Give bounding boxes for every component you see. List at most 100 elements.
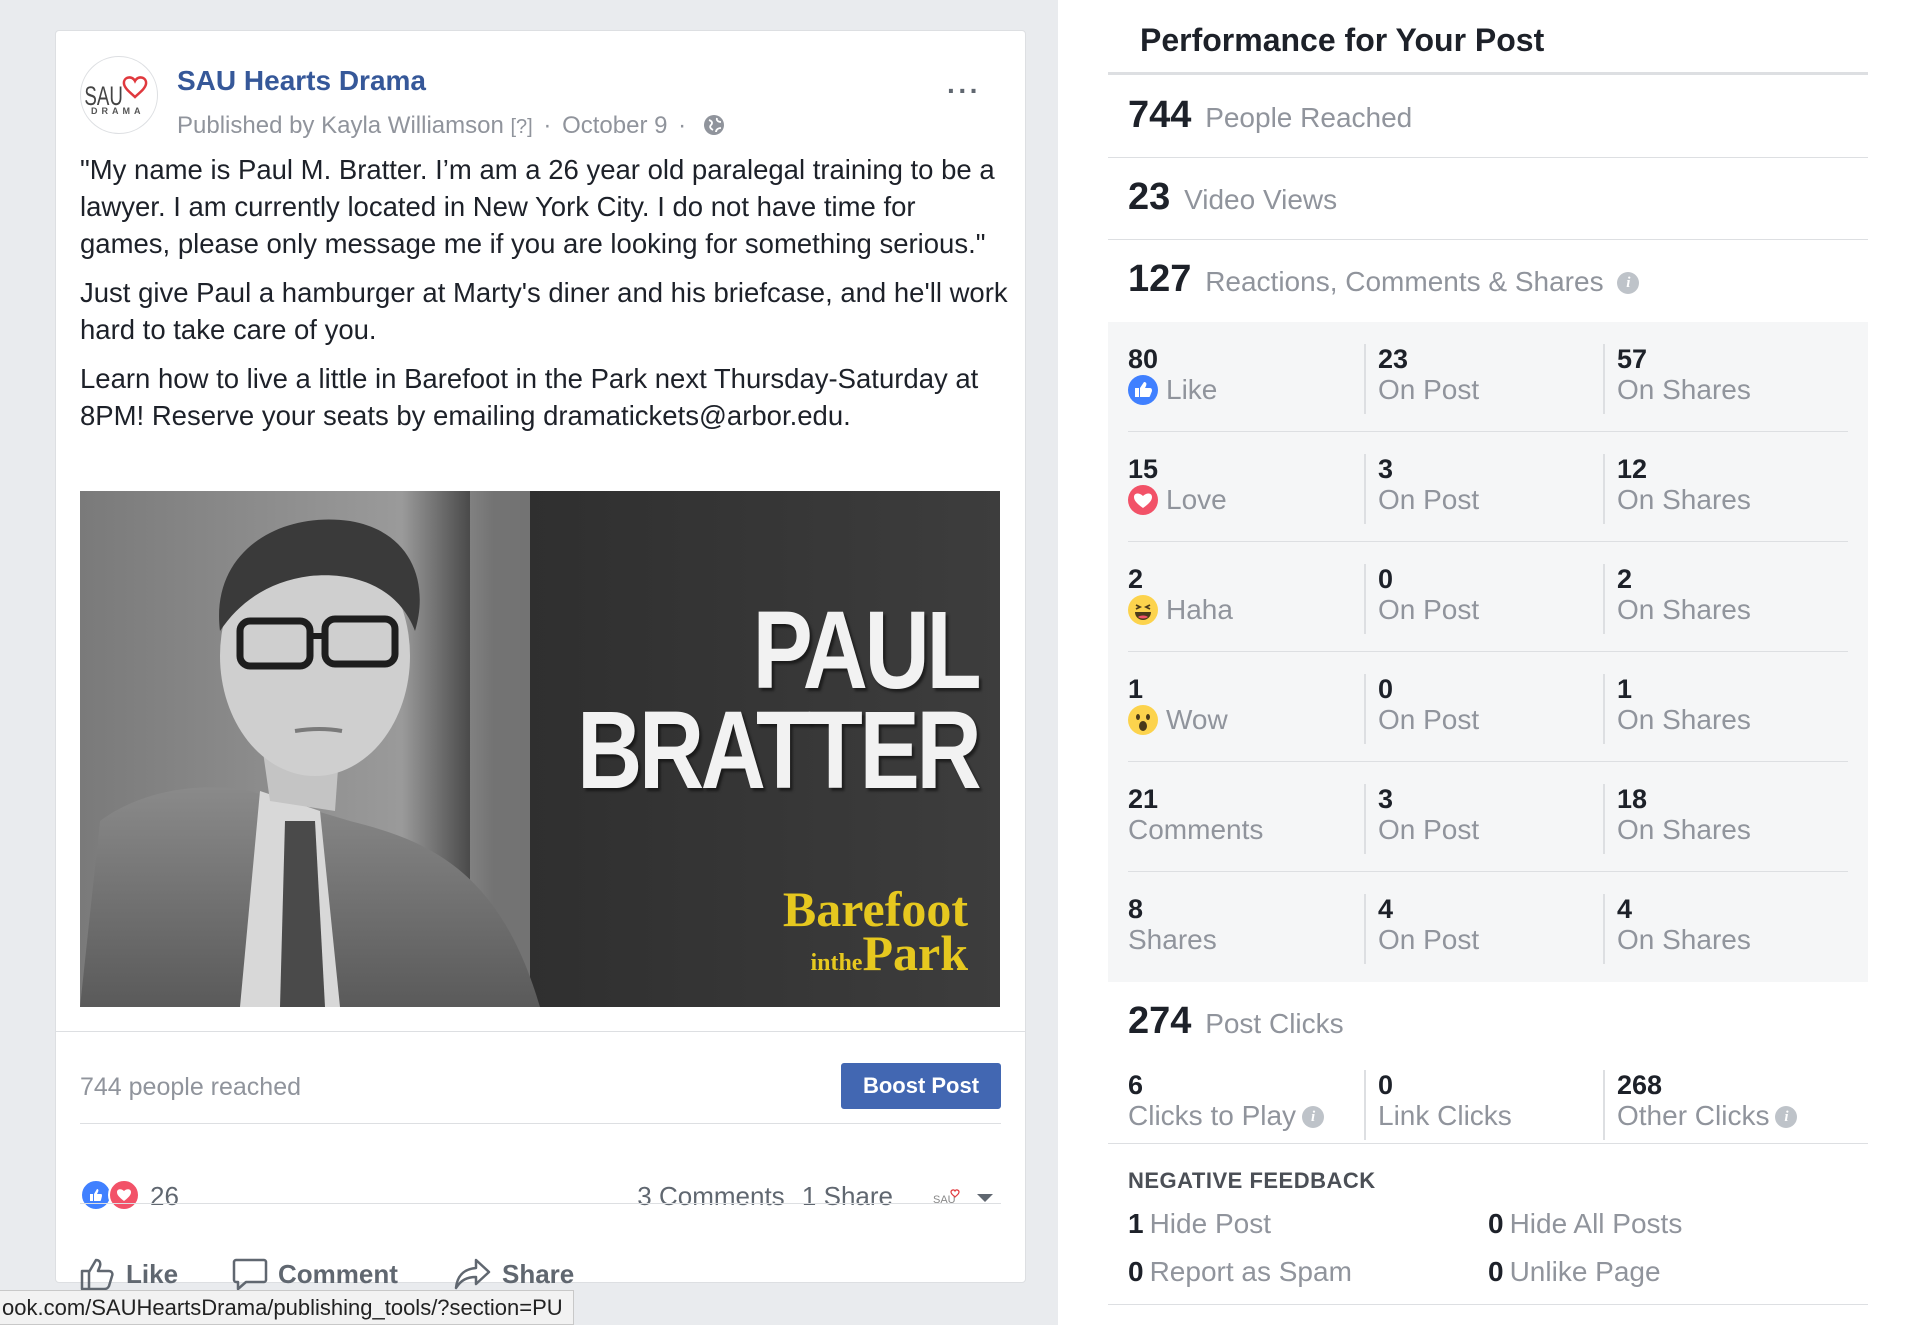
reaction-total-value: 2: [1128, 564, 1144, 594]
help-marker[interactable]: [?]: [510, 116, 532, 138]
clicks-to-play-value: 6: [1128, 1070, 1144, 1100]
like-label: Like: [126, 1258, 179, 1289]
on-shares-label: On Shares: [1617, 704, 1751, 735]
on-shares-label: On Shares: [1617, 924, 1751, 955]
reaction-total-label: Haha: [1166, 594, 1233, 625]
report-spam-metric: 0 Report as Spam: [1128, 1256, 1352, 1288]
reaction-total-label: Comments: [1128, 814, 1264, 845]
on-shares-value: 57: [1617, 344, 1648, 374]
on-shares-cell: 4 On Shares: [1603, 894, 1751, 964]
page-selector-dropdown[interactable]: SAU: [921, 1181, 1001, 1213]
divider: [80, 1203, 1001, 1204]
on-shares-cell: 57 On Shares: [1603, 344, 1751, 414]
reaction-count[interactable]: 26: [150, 1181, 179, 1212]
post-date[interactable]: October 9: [562, 112, 667, 139]
link-clicks-value: 0: [1378, 1070, 1394, 1100]
on-post-cell: 4 On Post: [1364, 894, 1479, 964]
post-video-thumbnail[interactable]: PAUL BRATTER Barefoot inthePark: [80, 491, 1000, 1007]
on-post-value: 23: [1378, 344, 1409, 374]
divider: [1108, 157, 1868, 158]
on-post-value: 3: [1378, 784, 1394, 814]
on-post-label: On Post: [1378, 484, 1480, 515]
reach-row: 744 people reached Boost Post: [80, 1061, 1001, 1111]
unlike-page-metric: 0 Unlike Page: [1488, 1256, 1661, 1288]
people-reached-metric: 744 People Reached: [1128, 94, 1412, 137]
engagement-metric: 127 Reactions, Comments & Shares i: [1128, 258, 1640, 301]
reaction-total-label: Love: [1166, 484, 1227, 515]
reactions-summary: 26 3 Comments 1 Share SAU: [80, 1171, 1001, 1221]
on-shares-label: On Shares: [1617, 484, 1751, 515]
unlike-page-label: Unlike Page: [1509, 1256, 1661, 1287]
shares-count-label[interactable]: 1 Share: [802, 1181, 893, 1211]
on-post-label: On Post: [1378, 704, 1480, 735]
avatar-heart-icon: [122, 76, 148, 99]
clicks-to-play-cell: 6 Clicks to Play i: [1128, 1070, 1325, 1140]
comments-link[interactable]: 3 Comments 1 Share: [637, 1181, 893, 1212]
info-icon[interactable]: i: [1775, 1106, 1798, 1128]
on-shares-value: 2: [1617, 564, 1633, 594]
love-reaction-icon: [1128, 485, 1158, 515]
boost-post-button[interactable]: Boost Post: [841, 1063, 1001, 1109]
divider: [1108, 1143, 1868, 1144]
reaction-total-cell: 15 Love: [1128, 454, 1227, 524]
on-shares-cell: 2 On Shares: [1603, 564, 1751, 634]
video-views-label: Video Views: [1184, 184, 1338, 215]
people-reached-text: 744 people reached: [80, 1073, 302, 1101]
share-arrow-icon: [454, 1258, 491, 1290]
info-icon[interactable]: i: [1617, 272, 1640, 294]
published-by[interactable]: Published by Kayla Williamson: [177, 112, 504, 139]
globe-icon[interactable]: [703, 114, 725, 136]
avatar-text-drama: DRAMA: [91, 106, 145, 116]
chevron-down-icon: [977, 1194, 993, 1202]
comments-count-label[interactable]: 3 Comments: [637, 1181, 784, 1211]
page-avatar[interactable]: SAU DRAMA: [80, 56, 158, 134]
video-views-metric: 23 Video Views: [1128, 176, 1337, 219]
on-post-label: On Post: [1378, 924, 1480, 955]
on-post-label: On Post: [1378, 594, 1480, 625]
other-clicks-cell: 268 Other Clicks i: [1603, 1070, 1798, 1140]
other-clicks-label: Other Clicks: [1617, 1100, 1770, 1131]
reaction-total-value: 1: [1128, 674, 1144, 704]
reaction-total-value: 8: [1128, 894, 1144, 924]
link-clicks-label: Link Clicks: [1378, 1100, 1512, 1131]
video-views-value: 23: [1128, 176, 1171, 218]
on-post-cell: 3 On Post: [1364, 784, 1479, 854]
engagement-value: 127: [1128, 258, 1192, 300]
report-spam-value: 0: [1128, 1256, 1144, 1287]
post-card: SAU DRAMA SAU Hearts Drama Published by …: [55, 30, 1026, 1291]
on-post-cell: 0 On Post: [1364, 564, 1479, 634]
on-shares-value: 18: [1617, 784, 1648, 814]
divider: [80, 1123, 1001, 1124]
reaction-total-cell: 21 Comments: [1128, 784, 1263, 854]
image-title: PAUL BRATTER: [577, 596, 982, 806]
comment-label: Comment: [278, 1258, 398, 1289]
reaction-total-value: 80: [1128, 344, 1159, 374]
reaction-breakdown: 80 Like 23 On Post 57 On Shares 15 Love …: [1108, 322, 1868, 982]
reaction-row-wow: 1 Wow 0 On Post 1 On Shares: [1108, 652, 1868, 762]
comment-icon: [232, 1258, 268, 1291]
performance-title: Performance for Your Post: [1140, 22, 1545, 58]
page-name-link[interactable]: SAU Hearts Drama: [177, 65, 426, 97]
page-selector-avatar: SAU: [933, 1194, 956, 1206]
people-reached-label: People Reached: [1205, 102, 1413, 133]
post-clicks-label: Post Clicks: [1205, 1008, 1344, 1039]
on-shares-value: 12: [1617, 454, 1648, 484]
show-logo-in: in: [810, 950, 831, 976]
wow-reaction-icon: [1128, 705, 1158, 735]
info-icon[interactable]: i: [1302, 1106, 1325, 1128]
haha-reaction-icon: [1128, 595, 1158, 625]
show-logo-the: the: [830, 950, 863, 976]
love-reaction-icon: [108, 1179, 140, 1211]
reaction-row-shares: 8 Shares 4 On Post 4 On Shares: [1108, 872, 1868, 982]
reaction-total-value: 15: [1128, 454, 1159, 484]
hide-all-posts-value: 0: [1488, 1208, 1504, 1239]
more-options-button[interactable]: ···: [947, 77, 981, 105]
post-clicks-metric: 274 Post Clicks: [1128, 1000, 1344, 1043]
post-meta: Published by Kayla Williamson [?] · Octo…: [177, 112, 725, 140]
post-header: SAU DRAMA SAU Hearts Drama Published by …: [80, 56, 1001, 139]
reaction-row-haha: 2 Haha 0 On Post 2 On Shares: [1108, 542, 1868, 652]
post-text: "My name is Paul M. Bratter. I’m am a 26…: [80, 151, 1010, 446]
reaction-icons[interactable]: [80, 1179, 144, 1213]
thumbs-up-icon: [80, 1258, 114, 1291]
on-post-cell: 3 On Post: [1364, 454, 1479, 524]
